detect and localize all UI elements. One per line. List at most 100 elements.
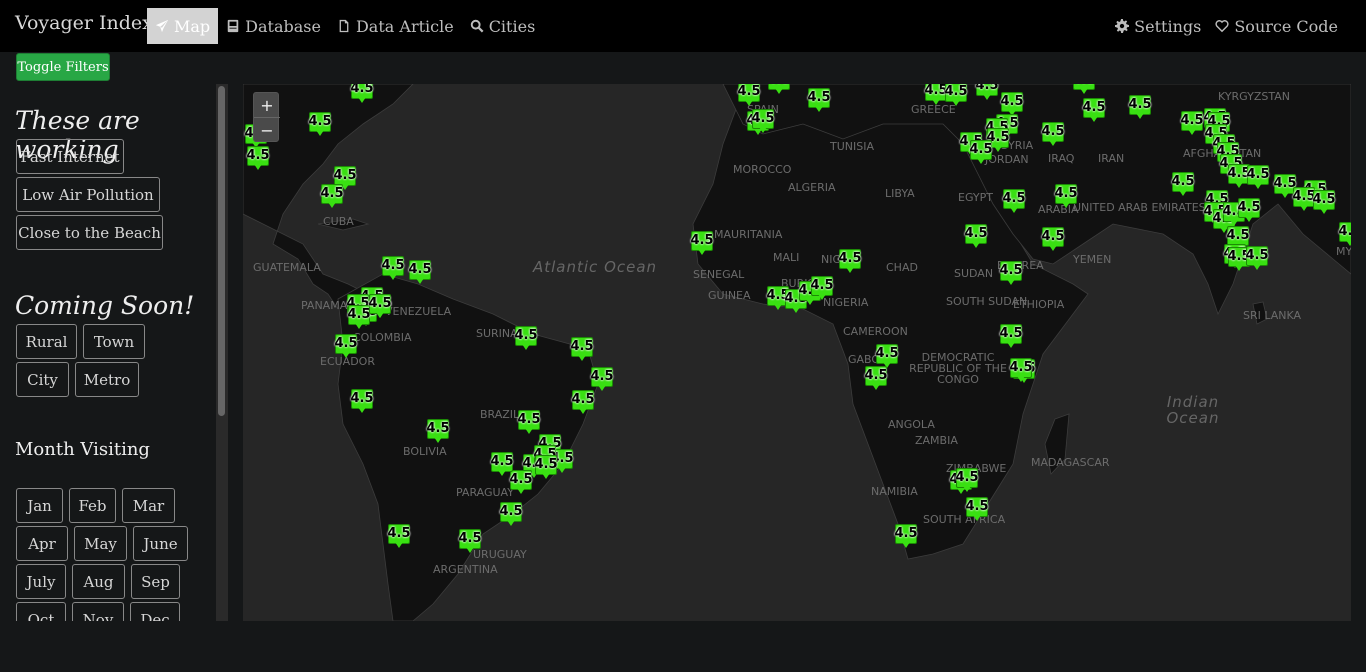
month-oct[interactable]: Oct <box>16 602 66 621</box>
country-label: ARGENTINA <box>433 563 498 576</box>
marker-tip <box>1049 140 1057 146</box>
map-marker[interactable]: 4.5 <box>458 529 482 554</box>
filter-rural[interactable]: Rural <box>16 324 77 359</box>
filter-city[interactable]: City <box>16 362 69 397</box>
map-marker[interactable]: 4.5 <box>810 276 834 301</box>
map-marker[interactable]: 4.5 <box>1041 122 1065 147</box>
sidebar-scrollbar[interactable] <box>216 84 228 621</box>
map-marker[interactable]: 4.5 <box>514 326 538 351</box>
month-apr[interactable]: Apr <box>16 526 68 561</box>
country-label: SUDAN <box>954 267 994 280</box>
zoom-in-button[interactable]: + <box>254 93 280 118</box>
map-marker[interactable]: 4.5 <box>1041 227 1065 252</box>
map-marker[interactable]: 4.5 <box>807 88 831 113</box>
map-marker[interactable]: 4.5 <box>864 366 888 391</box>
map-marker[interactable]: 4.5 <box>1245 246 1269 271</box>
map-marker[interactable]: 4.5 <box>690 231 714 256</box>
month-june[interactable]: June <box>133 526 188 561</box>
nav-database[interactable]: Database <box>218 8 329 44</box>
map-marker[interactable]: 4.5 <box>751 109 775 134</box>
map-marker[interactable]: 4.5 <box>570 337 594 362</box>
filter-metro[interactable]: Metro <box>75 362 139 397</box>
nav-map[interactable]: Map <box>147 8 219 44</box>
nav-settings[interactable]: Settings <box>1107 8 1207 44</box>
map-marker[interactable]: 4.5 <box>350 84 374 104</box>
map-marker[interactable]: 4.5 <box>246 146 270 171</box>
nav-source-code[interactable]: Source Code <box>1207 8 1344 44</box>
month-aug[interactable]: Aug <box>72 564 125 599</box>
map-marker[interactable]: 4.5 <box>1171 172 1195 197</box>
map-marker[interactable]: 4.5 <box>590 367 614 392</box>
map-marker[interactable]: 4.5 <box>334 334 358 359</box>
map-marker[interactable]: 4.5 <box>408 260 432 285</box>
nav-source-code-label: Source Code <box>1234 16 1338 36</box>
map-marker[interactable]: 4.5 <box>999 261 1023 286</box>
map-marker[interactable]: 4.5 <box>1246 165 1270 190</box>
map-marker[interactable]: 4.5 <box>534 455 558 480</box>
map-marker[interactable]: 4.5 <box>767 84 791 95</box>
map-marker[interactable]: 4.5 <box>308 112 332 137</box>
marker-tip <box>973 515 981 521</box>
marker-score: 4.5 <box>975 84 999 93</box>
map-marker[interactable]: 4.5 <box>1072 84 1096 95</box>
map-marker[interactable]: 4.5 <box>969 140 993 165</box>
zoom-out-button[interactable]: − <box>254 118 280 143</box>
map-marker[interactable]: 4.5 <box>490 452 514 477</box>
map-marker[interactable]: 4.5 <box>955 468 979 493</box>
map-marker[interactable]: 4.5 <box>499 502 523 527</box>
marker-tip <box>1010 207 1018 213</box>
map-marker[interactable]: 4.5 <box>894 524 918 549</box>
filter-low-air-pollution[interactable]: Low Air Pollution <box>16 177 160 212</box>
map-marker[interactable]: 4.5 <box>426 419 450 444</box>
country-label: DEMOCRATIC REPUBLIC OF THE CONGO <box>909 351 1007 386</box>
map-marker[interactable]: 4.5 <box>517 410 541 435</box>
map-marker[interactable]: 4.5 <box>965 497 989 522</box>
map-marker[interactable]: 4.5 <box>320 184 344 209</box>
map-marker[interactable]: 4.5 <box>509 470 533 495</box>
map-marker[interactable]: 4.5 <box>975 84 999 101</box>
map-marker[interactable]: 4.5 <box>1002 189 1026 214</box>
ocean-label-atlantic: Atlantic Ocean <box>533 258 658 276</box>
map-marker[interactable]: 4.5 <box>838 249 862 274</box>
scrollbar-thumb[interactable] <box>218 86 225 416</box>
map-marker[interactable]: 4.5 <box>944 84 968 107</box>
map-marker[interactable]: 4.5 <box>350 389 374 414</box>
month-nov[interactable]: Nov <box>72 602 124 621</box>
country-label: PANAMA <box>301 299 348 312</box>
map-marker[interactable]: 4.5 <box>1082 98 1106 123</box>
toggle-filters-button[interactable]: Toggle Filters <box>16 53 110 81</box>
month-dec[interactable]: Dec <box>130 602 180 621</box>
month-jan[interactable]: Jan <box>16 488 63 523</box>
map-marker[interactable]: 4.5 <box>571 390 595 415</box>
month-may[interactable]: May <box>74 526 127 561</box>
country-label: MOROCCO <box>733 163 792 176</box>
map-marker[interactable]: 4.5 <box>381 256 405 281</box>
nav-data-article[interactable]: Data Article <box>329 8 462 44</box>
map-marker[interactable]: 4.5 <box>964 224 988 249</box>
brand-logo[interactable]: Voyager Index <box>15 12 153 34</box>
world-map[interactable]: Atlantic Ocean Indian Ocean MOROCCO ALGER… <box>243 84 1351 621</box>
month-july[interactable]: July <box>16 564 66 599</box>
marker-tip <box>254 164 262 170</box>
marker-tip <box>1235 265 1243 271</box>
marker-tip <box>389 274 397 280</box>
map-marker[interactable]: 4.5 <box>1009 358 1033 383</box>
map-marker[interactable]: 4.5 <box>999 324 1023 349</box>
month-mar[interactable]: Mar <box>122 488 175 523</box>
map-marker[interactable]: 4.5 <box>1338 222 1351 247</box>
map-marker[interactable]: 4.5 <box>1312 190 1336 215</box>
nav-cities[interactable]: Cities <box>462 8 544 44</box>
map-marker[interactable]: 4.5 <box>1054 184 1078 209</box>
filter-fast-internet[interactable]: Fast Internet <box>16 139 124 174</box>
month-sep[interactable]: Sep <box>131 564 180 599</box>
filter-town[interactable]: Town <box>83 324 145 359</box>
map-marker[interactable]: 4.5 <box>737 84 761 107</box>
marker-score: 4.5 <box>1312 192 1336 207</box>
filter-close-to-beach[interactable]: Close to the Beach <box>16 215 163 250</box>
map-marker[interactable]: 4.5 <box>387 524 411 549</box>
map-marker[interactable]: 4.5 <box>1128 95 1152 120</box>
top-navbar: Voyager Index Map Database Data Article … <box>0 0 1366 52</box>
map-marker[interactable]: 4.5 <box>1237 198 1261 223</box>
map-marker[interactable]: 4.5 <box>368 294 392 319</box>
month-feb[interactable]: Feb <box>69 488 116 523</box>
